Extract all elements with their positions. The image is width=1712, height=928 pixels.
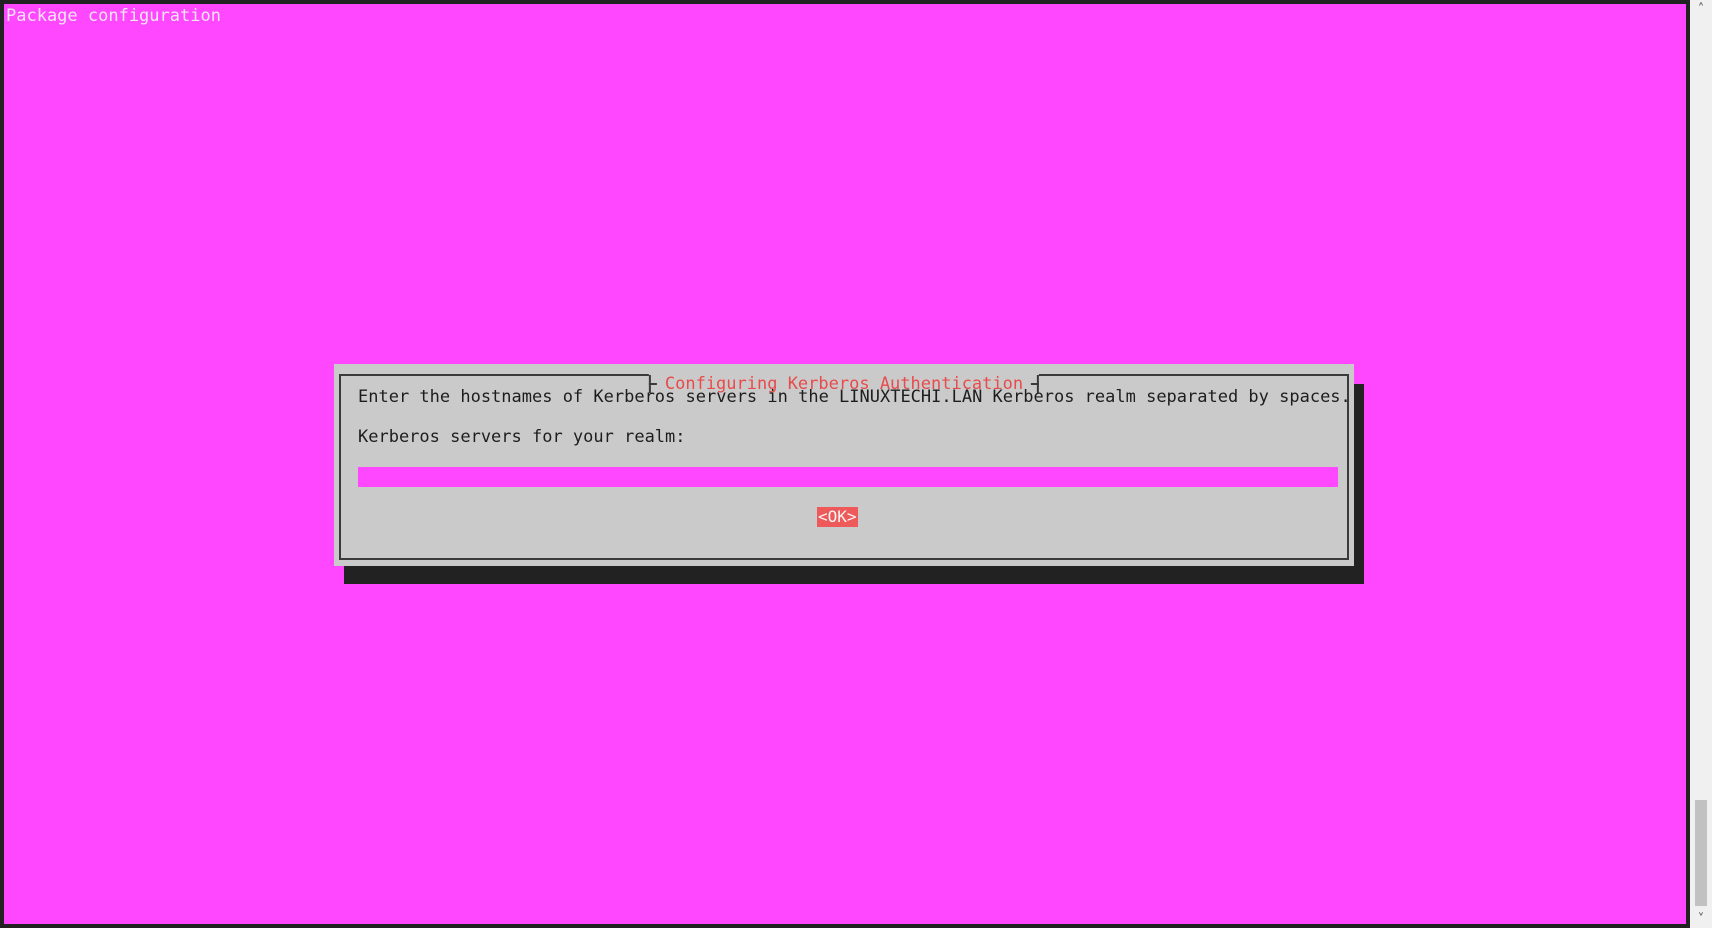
config-dialog: Configuring Kerberos Authentication Ente… bbox=[334, 364, 1354, 566]
backtitle: Package configuration bbox=[6, 6, 221, 26]
chevron-up-icon[interactable]: ˄ bbox=[1690, 0, 1712, 18]
terminal-screen: Package configuration Configuring Kerber… bbox=[4, 4, 1686, 924]
ok-button[interactable]: <OK> bbox=[817, 507, 858, 527]
terminal-window: Package configuration Configuring Kerber… bbox=[0, 0, 1712, 928]
kerberos-servers-input[interactable] bbox=[358, 467, 1338, 487]
scrollbar-thumb[interactable] bbox=[1695, 800, 1707, 906]
servers-label: Kerberos servers for your realm: bbox=[358, 427, 686, 447]
chevron-down-icon[interactable]: ˅ bbox=[1690, 910, 1712, 928]
vertical-scrollbar[interactable]: ˄ ˅ bbox=[1690, 0, 1712, 928]
dialog-prompt: Enter the hostnames of Kerberos servers … bbox=[358, 387, 1351, 407]
